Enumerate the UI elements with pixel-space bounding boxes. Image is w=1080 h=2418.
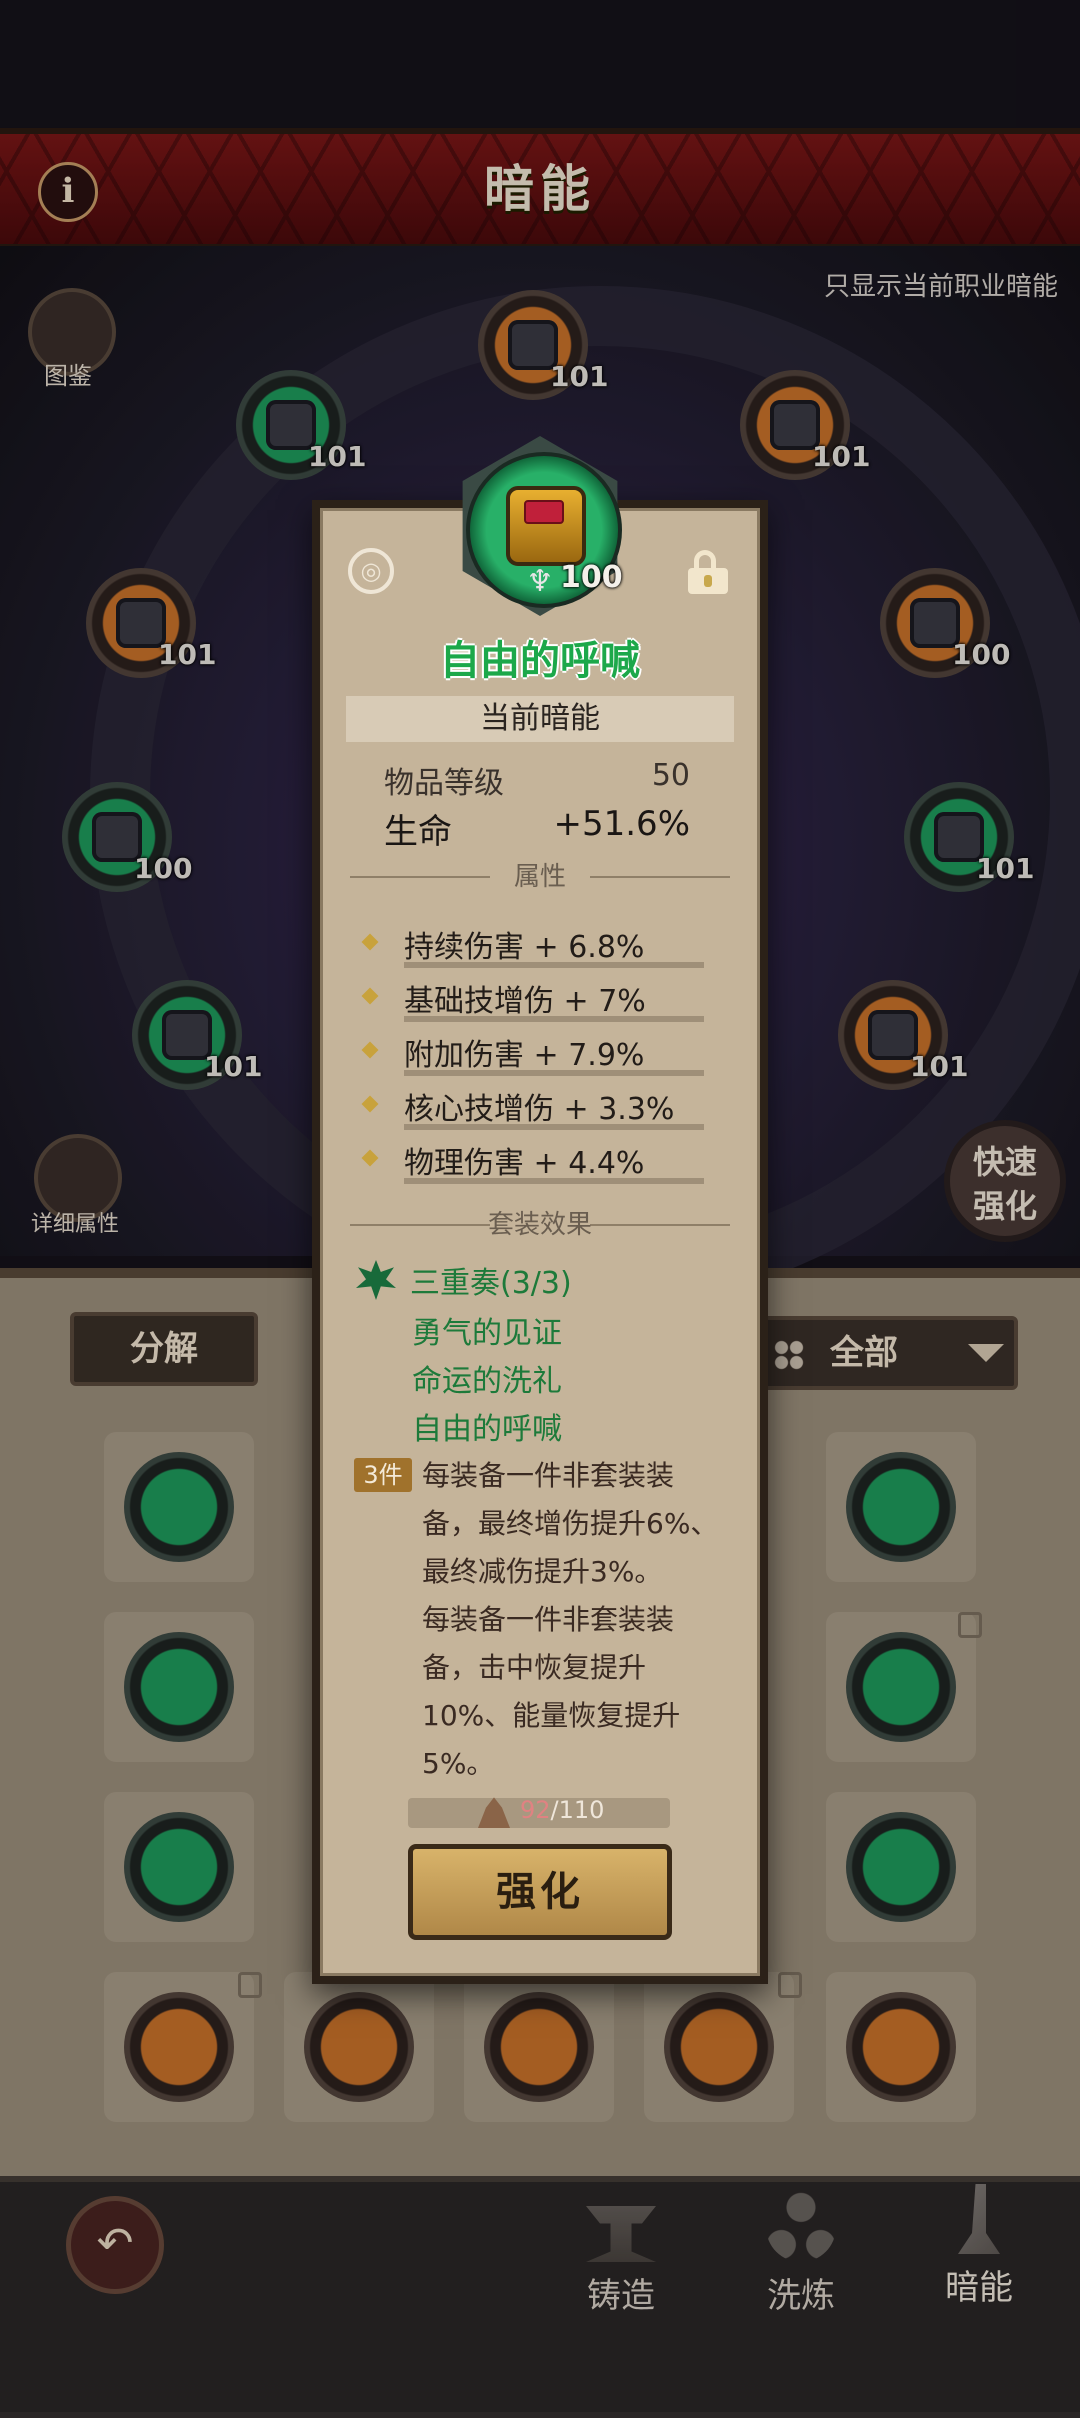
diamond-bullet-icon <box>361 1041 379 1059</box>
attribute-row: 基础技增伤 + 7% <box>361 976 724 1030</box>
attribute-text: 持续伤害 + 6.8% <box>404 930 645 965</box>
main-stat-label: 生命 <box>384 812 452 852</box>
diamond-bullet-icon <box>361 1149 379 1167</box>
attribute-row: 附加伤害 + 7.9% <box>361 1030 724 1084</box>
attribute-roll-bar <box>404 1016 704 1022</box>
diamond-bullet-icon <box>361 1095 379 1113</box>
set-name: 三重奏(3/3) <box>410 1266 572 1301</box>
set-count-badge: 3件 <box>354 1458 412 1492</box>
attributes-divider: 属性 <box>350 862 730 892</box>
trident-class-icon: ♆ <box>526 564 554 599</box>
main-stat-value: +51.6% <box>553 804 691 844</box>
current-dark-energy-label: 当前暗能 <box>346 696 734 742</box>
attribute-row: 持续伤害 + 6.8% <box>361 922 724 976</box>
set-piece: 命运的洗礼 <box>412 1364 562 1399</box>
attributes-heading: 属性 <box>513 862 566 892</box>
diamond-bullet-icon <box>361 933 379 951</box>
attribute-text: 物理伤害 + 4.4% <box>404 1146 645 1181</box>
item-level-label: 物品等级 <box>384 766 504 801</box>
material-total: /110 <box>550 1796 605 1824</box>
compare-icon[interactable]: ◎ <box>348 548 394 594</box>
attribute-text: 核心技增伤 + 3.3% <box>404 1092 675 1127</box>
attribute-roll-bar <box>404 1070 704 1076</box>
set-effect-text: 每装备一件非套装装备，最终增伤提升6%、最终减伤提升3%。 <box>422 1459 719 1588</box>
attribute-text: 基础技增伤 + 7% <box>404 984 646 1019</box>
enhance-button[interactable]: 强化 <box>408 1844 672 1940</box>
set-piece: 自由的呼喊 <box>412 1412 562 1447</box>
attribute-roll-bar <box>404 1178 704 1184</box>
ring-icon <box>506 486 586 566</box>
material-count: 92/110 <box>520 1796 604 1824</box>
item-level-badge: 100 <box>560 560 623 595</box>
set-effect-divider: 套装效果 <box>350 1210 730 1240</box>
attribute-row: 核心技增伤 + 3.3% <box>361 1084 724 1138</box>
set-effect-heading: 套装效果 <box>487 1210 592 1240</box>
item-name: 自由的呼喊 <box>440 638 640 684</box>
attribute-roll-bar <box>404 1124 704 1130</box>
attribute-roll-bar <box>404 962 704 968</box>
diamond-bullet-icon <box>361 987 379 1005</box>
set-piece: 勇气的见证 <box>412 1316 562 1351</box>
attribute-row: 物理伤害 + 4.4% <box>361 1138 724 1192</box>
set-effect-text: 每装备一件非套装装备，击中恢复提升10%、能量恢复提升5%。 <box>422 1603 681 1780</box>
material-current: 92 <box>520 1796 551 1824</box>
item-level-value: 50 <box>651 758 690 793</box>
attribute-text: 附加伤害 + 7.9% <box>404 1038 645 1073</box>
unlock-icon[interactable] <box>686 550 730 594</box>
